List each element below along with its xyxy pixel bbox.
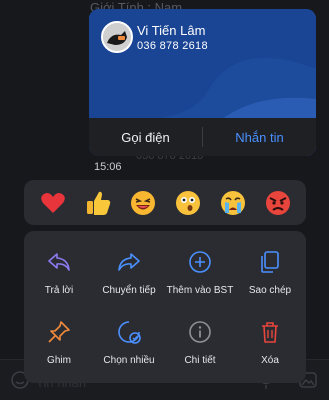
message-timestamp: 15:06 (94, 161, 122, 173)
contact-name: Vi Tiến Lâm (137, 23, 206, 38)
copy-button[interactable]: Sao chép (235, 249, 305, 296)
copy-icon (261, 251, 279, 273)
copy-label: Sao chép (248, 285, 292, 296)
delete-button[interactable]: Xóa (235, 319, 305, 366)
pin-label: Ghim (47, 355, 71, 366)
multi-select-label: Chọn nhiều (103, 355, 155, 366)
message-button[interactable]: Nhắn tin (203, 130, 316, 145)
angry-face-icon[interactable] (262, 187, 294, 219)
details-button[interactable]: Chi tiết (165, 319, 235, 366)
avatar-image (103, 23, 131, 51)
multi-select-button[interactable]: Chọn nhiều (94, 319, 164, 366)
reply-icon (48, 253, 70, 271)
multi-select-icon (118, 321, 141, 344)
add-to-collection-label: Thêm vào BST (166, 285, 234, 296)
surprised-face-icon[interactable] (172, 187, 204, 219)
delete-label: Xóa (261, 355, 279, 366)
contact-card-actions: Gọi điện Nhắn tin (89, 118, 316, 156)
pin-button[interactable]: Ghim (24, 319, 94, 366)
forward-button[interactable]: Chuyển tiếp (94, 249, 164, 296)
avatar (101, 21, 133, 53)
forward-label: Chuyển tiếp (102, 285, 156, 296)
reaction-bar (24, 180, 306, 225)
contact-card[interactable]: Vi Tiến Lâm 036 878 2618 Gọi điện Nhắn t… (89, 9, 316, 156)
add-to-collection-icon (189, 251, 211, 273)
call-button[interactable]: Gọi điện (89, 130, 202, 145)
contact-phone: 036 878 2618 (137, 40, 208, 52)
thumbs-up-icon[interactable] (82, 187, 114, 219)
add-to-collection-button[interactable]: Thêm vào BST (165, 249, 235, 296)
message-actions-panel: Trả lời Chuyển tiếp Thêm vào BST Sao ché… (24, 231, 306, 383)
forward-icon (118, 253, 140, 271)
laughing-face-icon[interactable] (127, 187, 159, 219)
info-icon (189, 321, 211, 343)
trash-icon (262, 322, 278, 343)
pin-icon (48, 321, 70, 343)
crying-face-icon[interactable] (217, 187, 249, 219)
details-label: Chi tiết (184, 355, 216, 366)
heart-icon[interactable] (37, 187, 69, 219)
reply-button[interactable]: Trả lời (24, 249, 94, 296)
reply-label: Trả lời (44, 285, 74, 296)
